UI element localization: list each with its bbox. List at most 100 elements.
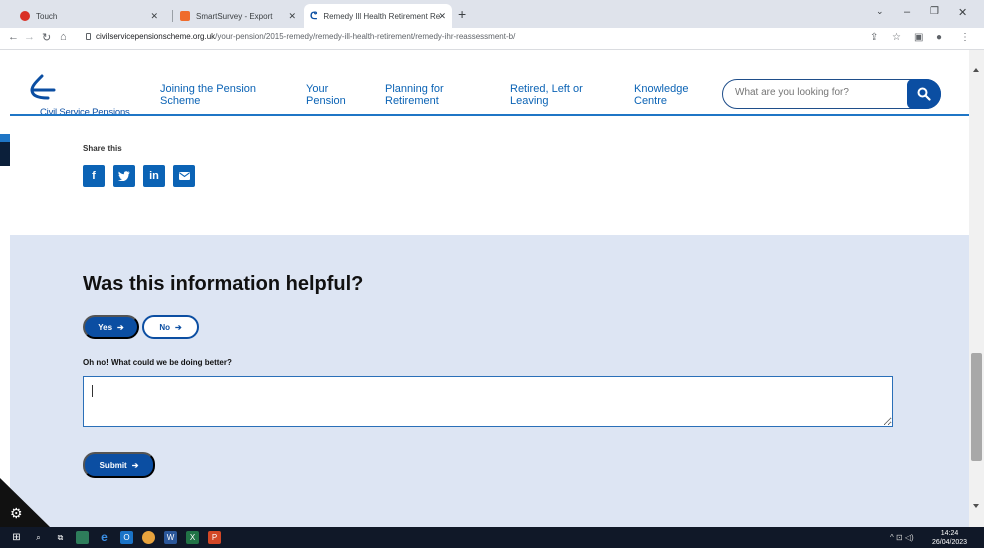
restore-icon[interactable]: ❐ (930, 6, 939, 17)
feedback-panel: Was this information helpful? Yes ➔ No ➔… (10, 235, 969, 527)
nav-label-line1: Planning for (385, 83, 444, 95)
chrome-icon[interactable] (142, 531, 155, 544)
csp-favicon-icon: ᕦ (310, 11, 318, 22)
text-caret (92, 385, 93, 397)
nav-your-pension[interactable]: Your Pension (306, 83, 346, 107)
system-tray-icons[interactable]: ^ ⊡ ◁) (890, 533, 914, 542)
outlook-icon[interactable]: O (120, 531, 133, 544)
url-path: /your-pension/2015-remedy/remedy-ill-hea… (215, 32, 516, 41)
search-icon (917, 87, 931, 101)
search-button[interactable] (907, 79, 941, 109)
back-icon[interactable]: ← (8, 31, 19, 43)
close-tab-icon[interactable]: ✕ (438, 11, 446, 22)
feedback-question-label: Oh no! What could we be doing better? (83, 358, 232, 367)
forward-icon[interactable]: → (24, 31, 35, 43)
menu-kebab-icon[interactable]: ⋮ (960, 32, 970, 43)
scroll-thumb[interactable] (971, 353, 982, 461)
browser-tab-remedy[interactable]: ᕦ Remedy Ill Health Retirement Re ✕ (304, 4, 452, 28)
nav-retired-left-or-leaving[interactable]: Retired, Left or Leaving (510, 83, 583, 107)
url-field[interactable]: civilservicepensionscheme.org.uk/your-pe… (96, 32, 515, 41)
arrow-right-icon: ➔ (174, 322, 182, 332)
feedback-textarea[interactable] (83, 376, 893, 427)
site-header: Civil Service Pensions Joining the Pensi… (0, 50, 969, 118)
edge-icon[interactable]: e (98, 531, 111, 544)
email-share-button[interactable] (173, 165, 195, 187)
smartsurvey-favicon-icon (180, 11, 190, 21)
nav-label-line2: Centre (634, 95, 668, 107)
excel-icon[interactable]: X (186, 531, 199, 544)
taskbar-clock[interactable]: 14:24 26/04/2023 (932, 529, 967, 547)
tab-title: Remedy Ill Health Retirement Re (323, 11, 441, 21)
scroll-down-icon[interactable] (973, 504, 979, 508)
page-viewport: Civil Service Pensions Joining the Pensi… (0, 50, 969, 527)
nav-planning-for-retirement[interactable]: Planning for Retirement (385, 83, 444, 107)
page-scrollbar[interactable] (969, 50, 984, 527)
facebook-share-button[interactable]: f (83, 165, 105, 187)
close-window-icon[interactable]: ✕ (958, 6, 967, 19)
nav-label-line1: Joining the Pension (160, 83, 257, 95)
browser-tab-strip: Touch ✕ SmartSurvey - Export ✕ ᕦ Remedy … (0, 0, 984, 28)
nav-label-line1: Your (306, 83, 329, 95)
browser-tab-touch[interactable]: Touch ✕ (14, 4, 164, 28)
word-icon[interactable]: W (164, 531, 177, 544)
email-icon (178, 172, 190, 180)
home-icon[interactable]: ⌂ (60, 31, 67, 43)
linkedin-icon: in (149, 170, 159, 182)
feedback-title: Was this information helpful? (83, 273, 364, 295)
sidepanel-icon[interactable]: ▣ (914, 32, 923, 43)
nav-label-line2: Retirement (385, 95, 439, 107)
search-input[interactable] (735, 87, 895, 98)
no-button[interactable]: No ➔ (142, 315, 199, 339)
minimize-icon[interactable]: – (904, 6, 910, 18)
profile-icon[interactable]: ● (936, 32, 942, 43)
no-label: No (159, 322, 170, 332)
left-side-tab-accent (0, 134, 10, 142)
search-icon[interactable]: ⌕ (32, 531, 45, 544)
submit-button[interactable]: Submit ➔ (83, 452, 155, 478)
yes-label: Yes (98, 322, 113, 332)
nav-label-line2: Leaving (510, 95, 549, 107)
csp-logo-icon[interactable] (28, 74, 58, 104)
tab-separator (172, 10, 173, 22)
touch-favicon-icon (20, 11, 30, 21)
arrow-right-icon: ➔ (117, 322, 124, 332)
cookie-settings-corner[interactable] (0, 478, 50, 527)
nav-label-line2: Scheme (160, 95, 201, 107)
tab-title: SmartSurvey - Export (196, 11, 273, 21)
new-tab-icon[interactable]: + (458, 6, 466, 22)
windows-start-icon[interactable]: ⊞ (10, 531, 23, 544)
url-domain: civilservicepensionscheme.org.uk (96, 32, 216, 41)
clock-time: 14:24 (940, 530, 959, 537)
powerpoint-icon[interactable]: P (208, 531, 221, 544)
tab-search-chevron-icon[interactable]: ⌄ (876, 6, 884, 17)
nav-joining-the-pension-scheme[interactable]: Joining the Pension Scheme (160, 83, 256, 107)
share-label: Share this (83, 144, 122, 153)
logo-text: Civil Service Pensions (40, 107, 130, 118)
windows-taskbar: ⊞ ⌕ ⧉ e O W X P ^ ⊡ ◁) 14:24 26/04/2023 (0, 527, 984, 548)
scroll-up-icon[interactable] (973, 68, 979, 72)
browser-tab-smartsurvey[interactable]: SmartSurvey - Export ✕ (174, 4, 302, 28)
nav-knowledge-centre[interactable]: Knowledge Centre (634, 83, 688, 107)
nav-label-line2: Pension (306, 95, 346, 107)
tab-title: Touch (36, 11, 58, 21)
file-explorer-icon[interactable] (76, 531, 89, 544)
yes-button[interactable]: Yes ➔ (83, 315, 139, 339)
linkedin-share-button[interactable]: in (143, 165, 165, 187)
close-tab-icon[interactable]: ✕ (150, 11, 158, 22)
nav-label-line1: Retired, Left or (510, 83, 583, 95)
bookmark-star-icon[interactable]: ☆ (892, 32, 901, 43)
task-view-icon[interactable]: ⧉ (54, 531, 67, 544)
address-bar: ← → ↻ ⌂ civilservicepensionscheme.org.uk… (0, 28, 984, 50)
twitter-share-button[interactable] (113, 165, 135, 187)
arrow-right-icon: ➔ (131, 460, 139, 470)
reload-icon[interactable]: ↻ (42, 31, 51, 44)
close-tab-icon[interactable]: ✕ (288, 11, 296, 22)
nav-label-line1: Knowledge (634, 83, 689, 95)
facebook-icon: f (92, 170, 96, 182)
lock-icon (86, 33, 91, 40)
gear-icon[interactable]: ⚙ (10, 505, 23, 522)
site-search (722, 79, 941, 109)
header-divider (10, 114, 969, 116)
share-page-icon[interactable]: ⇪ (870, 32, 878, 43)
twitter-icon (118, 171, 130, 181)
